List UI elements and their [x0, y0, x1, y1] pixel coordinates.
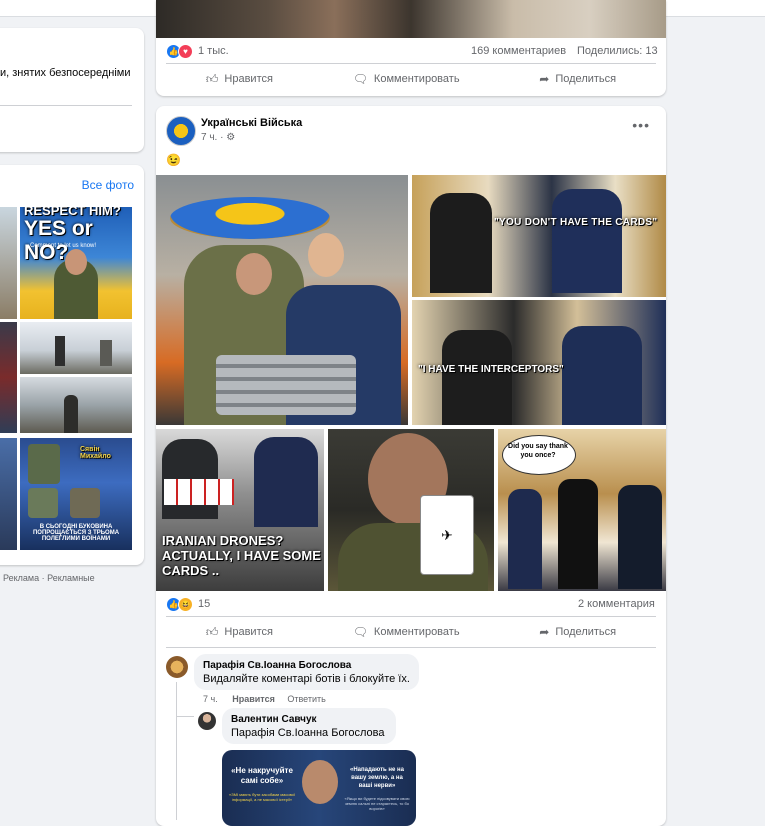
- comment-text: Видаляйте коментарі ботів і блокуйте їх.: [203, 673, 410, 685]
- share-button[interactable]: ➦ Поделиться: [539, 625, 616, 639]
- sidebar-photos-card: Все фото RESPECT HIM? YES or NO? Comment…: [0, 165, 144, 583]
- page-avatar[interactable]: [166, 116, 196, 146]
- suit-head: [308, 233, 344, 277]
- thumbs-up-icon: 👍︎: [205, 624, 219, 639]
- cards-caption: "YOU DON'T HAVE THE CARDS": [494, 217, 658, 228]
- photo-thumb-bukovyna[interactable]: Сявін Михайло В СЬОГОДНІ БУКОВИНА ПОПРОЩ…: [20, 438, 132, 550]
- reply-image-right-sub: «Якщо ви будете підсовувати свою землю с…: [344, 796, 410, 811]
- photo-thumb[interactable]: [0, 207, 17, 319]
- reply-portrait: [302, 760, 338, 804]
- divider: [0, 105, 132, 106]
- comment-meta: 7 ч. Нравится Ответить: [203, 694, 326, 704]
- comment-like-button[interactable]: Нравится: [232, 694, 275, 704]
- share-icon: ➦: [539, 72, 550, 86]
- reply-image-left-caption: «Не накручуйте самі собе»: [231, 766, 293, 785]
- globe-icon: ⚙: [226, 132, 236, 143]
- post-author[interactable]: Українські Війська: [201, 117, 302, 129]
- shares-count[interactable]: Поделились: 13: [577, 45, 658, 57]
- comment-reply-button[interactable]: Ответить: [287, 694, 325, 704]
- post-image[interactable]: [156, 0, 666, 38]
- interceptors-caption: "I HAVE THE INTERCEPTORS": [418, 364, 564, 375]
- reply-author[interactable]: Валентин Савчук: [231, 714, 317, 725]
- reactions-summary[interactable]: 👍 😆 15: [166, 596, 211, 612]
- post-card: Українські Війська 7 ч. · ⚙ ••• 😉 "YOU D…: [156, 106, 666, 826]
- soldier-head: [236, 253, 272, 295]
- savin-caption: Сявін Михайло: [80, 446, 111, 460]
- post-time[interactable]: 7 ч. · ⚙: [201, 132, 235, 143]
- post-image-thank-you[interactable]: Did you say thank you once?: [498, 429, 666, 591]
- comments-count[interactable]: 2 комментария: [578, 598, 655, 610]
- post-image-cards[interactable]: "YOU DON'T HAVE THE CARDS": [412, 175, 666, 297]
- bukovyna-caption: В СЬОГОДНІ БУКОВИНА ПОПРОЩАЄТЬСЯ З ТРЬОМ…: [32, 524, 120, 542]
- love-reaction-icon: ♥: [178, 43, 193, 59]
- comment-time[interactable]: 7 ч.: [203, 694, 218, 704]
- post-card: 👍 ♥ 1 тыс. 169 комментариев Поделились: …: [156, 0, 666, 96]
- sidebar-intro-card: и, знятих безпосередніми: [0, 28, 144, 152]
- reply-image-left-sub: «ЗМІ мають бути засобами масової інформа…: [229, 792, 295, 802]
- reactions-count: 1 тыс.: [198, 45, 229, 57]
- photo-thumb[interactable]: [0, 438, 17, 550]
- post-actions: 👍︎ Нравится 🗨︎ Комментировать ➦ Поделиться: [166, 616, 656, 648]
- post-image-interceptors[interactable]: "I HAVE THE INTERCEPTORS": [412, 300, 666, 425]
- shield-graphic: [170, 197, 330, 239]
- reply-bubble: Валентин Савчук Парафія Св.Іоанна Богосл…: [222, 708, 396, 744]
- post-actions: 👍︎ Нравится 🗨︎ Комментировать ➦ Поделиться: [166, 63, 656, 94]
- portrait-head: [65, 249, 87, 275]
- thread-line: [176, 706, 194, 717]
- post-image-shield[interactable]: [156, 175, 408, 425]
- share-button[interactable]: ➦ Поделиться: [539, 72, 616, 86]
- commenter-avatar[interactable]: [166, 656, 188, 678]
- comment-prompt: Comment to let us know!: [30, 243, 97, 249]
- reply-avatar[interactable]: [198, 712, 216, 730]
- thank-caption: Did you say thank you once?: [508, 443, 568, 459]
- photo-thumb-respect[interactable]: RESPECT HIM? YES or NO? Comment to let u…: [20, 207, 132, 319]
- comment-button[interactable]: 🗨︎ Комментировать: [353, 72, 460, 86]
- post-text: 😉: [166, 153, 181, 167]
- post-image-ace[interactable]: ✈: [328, 429, 494, 591]
- haha-reaction-icon: 😆: [178, 596, 193, 612]
- thread-line: [176, 682, 177, 820]
- comments-count[interactable]: 169 комментариев: [471, 45, 566, 57]
- missiles: [216, 355, 356, 415]
- photo-thumb[interactable]: [20, 377, 132, 433]
- share-icon: ➦: [539, 625, 550, 639]
- ace-card: ✈: [420, 495, 474, 575]
- all-photos-link[interactable]: Все фото: [82, 178, 134, 192]
- comment-icon: 🗨︎: [352, 72, 368, 86]
- more-options-icon[interactable]: •••: [632, 117, 650, 133]
- comment-author[interactable]: Парафія Св.Іоанна Богослова: [203, 660, 351, 671]
- comment-button[interactable]: 🗨︎ Комментировать: [353, 625, 460, 639]
- intro-text: и, знятих безпосередніми: [0, 67, 131, 79]
- photo-thumb[interactable]: [20, 322, 132, 374]
- drones-caption: IRANIAN DRONES? ACTUALLY, I HAVE SOME CA…: [162, 533, 321, 578]
- comment-bubble: Парафія Св.Іоанна Богослова Видаляйте ко…: [194, 654, 419, 690]
- reactions-count: 15: [198, 598, 211, 610]
- post-image-drones[interactable]: IRANIAN DRONES? ACTUALLY, I HAVE SOME CA…: [156, 429, 324, 591]
- reply-mention[interactable]: Парафія Св.Іоанна Богослова: [231, 727, 384, 739]
- thumbs-up-icon: 👍︎: [205, 71, 219, 86]
- like-button[interactable]: 👍︎ Нравится: [206, 72, 273, 87]
- like-button[interactable]: 👍︎ Нравится: [206, 625, 273, 640]
- ad-text: Реклама · Рекламные: [3, 573, 95, 583]
- reply-image-right-caption: «Нападають не на вашу землю, а на ваші н…: [350, 767, 404, 789]
- comment-icon: 🗨︎: [352, 625, 368, 639]
- reply-image[interactable]: «Не накручуйте самі собе» «ЗМІ мають бут…: [222, 750, 416, 826]
- photo-thumb[interactable]: [0, 322, 17, 433]
- reactions-summary[interactable]: 👍 ♥ 1 тыс.: [166, 43, 229, 59]
